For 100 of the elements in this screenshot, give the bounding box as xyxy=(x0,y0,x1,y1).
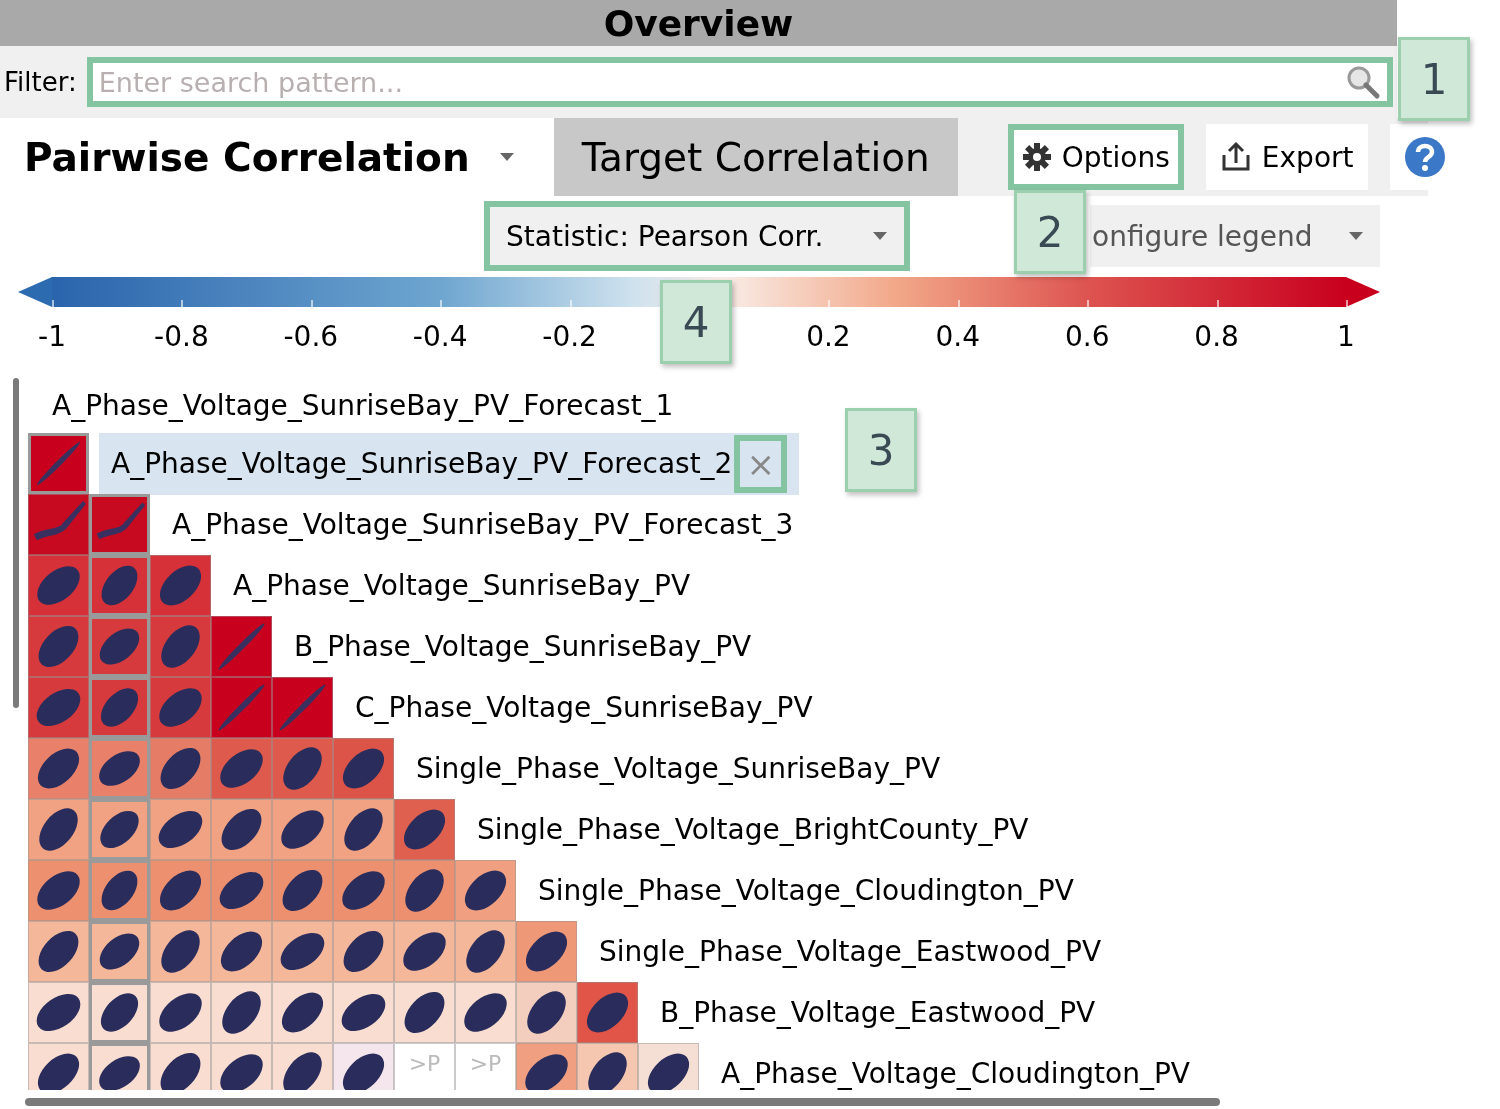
scatter-cell[interactable] xyxy=(333,921,394,982)
scatter-cell[interactable] xyxy=(28,799,89,860)
scatter-cell[interactable] xyxy=(333,738,394,799)
scatter-cell[interactable] xyxy=(89,921,150,982)
caret-icon xyxy=(1348,231,1364,241)
scatter-cell[interactable] xyxy=(211,921,272,982)
scatter-cell[interactable] xyxy=(638,1043,699,1090)
scatter-cell[interactable] xyxy=(150,860,211,921)
scatter-cell[interactable] xyxy=(516,1043,577,1090)
panel-title: Overview xyxy=(603,2,794,44)
search-field[interactable]: Enter search pattern... xyxy=(86,57,1393,107)
variable-label[interactable]: A_Phase_Voltage_Cloudington_PV xyxy=(709,1051,1202,1090)
filter-label: Filter: xyxy=(4,67,77,97)
scatter-cell[interactable] xyxy=(211,677,272,738)
scatter-cell[interactable] xyxy=(394,982,455,1043)
scatter-cell[interactable] xyxy=(577,1043,638,1090)
scatter-cell[interactable] xyxy=(272,738,333,799)
scatter-cell[interactable] xyxy=(272,921,333,982)
scatter-cell[interactable] xyxy=(272,860,333,921)
scatter-cell[interactable] xyxy=(394,799,455,860)
scatter-cell[interactable] xyxy=(455,860,516,921)
export-button[interactable]: Export xyxy=(1205,124,1368,190)
scatter-cell[interactable] xyxy=(516,921,577,982)
scatter-cell[interactable] xyxy=(272,1043,333,1090)
scatter-cell[interactable] xyxy=(333,1043,394,1090)
scatter-cell[interactable] xyxy=(272,677,333,738)
scatter-cell[interactable] xyxy=(272,799,333,860)
vertical-scrollbar[interactable] xyxy=(13,378,19,708)
scale-tick-label: -0.4 xyxy=(412,320,468,353)
search-input[interactable]: Enter search pattern... xyxy=(92,65,1345,99)
scatter-cell[interactable] xyxy=(28,982,89,1043)
scale-tick-label: -0.8 xyxy=(154,320,209,353)
scatter-cell[interactable] xyxy=(28,1043,89,1090)
variable-label[interactable]: C_Phase_Voltage_SunriseBay_PV xyxy=(343,685,825,730)
variable-label[interactable]: A_Phase_Voltage_SunriseBay_PV_Forecast_3 xyxy=(160,502,806,547)
scatter-cell[interactable] xyxy=(89,982,150,1043)
scale-tick-label: 1 xyxy=(1337,320,1355,353)
scatter-cell[interactable] xyxy=(211,860,272,921)
scatter-cell[interactable] xyxy=(211,616,272,677)
scatter-cell[interactable] xyxy=(28,738,89,799)
callout-number: 1 xyxy=(1398,37,1470,121)
right-arrow-icon xyxy=(1346,277,1380,307)
scatter-cell[interactable] xyxy=(455,982,516,1043)
scatter-cell[interactable] xyxy=(28,555,89,616)
scatter-cell[interactable] xyxy=(394,860,455,921)
scatter-cell[interactable] xyxy=(28,433,89,494)
scatter-cell[interactable] xyxy=(394,921,455,982)
scatter-cell[interactable] xyxy=(28,860,89,921)
options-button[interactable]: Options xyxy=(1007,124,1184,190)
variable-label[interactable]: B_Phase_Voltage_Eastwood_PV xyxy=(648,990,1108,1035)
scatter-cell[interactable] xyxy=(89,494,150,555)
scatter-cell[interactable] xyxy=(28,677,89,738)
scatter-cell[interactable] xyxy=(211,799,272,860)
scatter-cell[interactable] xyxy=(577,982,638,1043)
scatter-cell[interactable] xyxy=(89,1043,150,1090)
scale-tick-label: 0.8 xyxy=(1194,320,1239,353)
scatter-cell[interactable] xyxy=(211,1043,272,1090)
scatter-cell[interactable] xyxy=(211,738,272,799)
scale-tick-label: 0.2 xyxy=(806,320,851,353)
scatter-cell[interactable] xyxy=(150,1043,211,1090)
scatter-cell[interactable] xyxy=(28,616,89,677)
scatter-cell[interactable] xyxy=(150,921,211,982)
scatter-cell[interactable] xyxy=(150,677,211,738)
cell-text: >P xyxy=(469,1052,502,1077)
variable-label[interactable]: A_Phase_Voltage_SunriseBay_PV_Forecast_1 xyxy=(40,383,686,428)
variable-label[interactable]: Single_Phase_Voltage_SunriseBay_PV xyxy=(404,746,953,791)
scatter-cell[interactable] xyxy=(516,982,577,1043)
variable-label[interactable]: A_Phase_Voltage_SunriseBay_PV xyxy=(221,563,703,608)
scatter-cell[interactable] xyxy=(333,982,394,1043)
scatter-cell[interactable] xyxy=(333,860,394,921)
scatter-cell[interactable] xyxy=(150,738,211,799)
view-tab[interactable]: Target Correlation xyxy=(553,118,958,196)
scatter-cell[interactable] xyxy=(89,677,150,738)
scatter-cell[interactable] xyxy=(28,921,89,982)
scatter-cell[interactable] xyxy=(150,555,211,616)
statistic-dropdown[interactable]: Statistic: Pearson Corr. xyxy=(484,201,910,271)
variable-label[interactable]: Single_Phase_Voltage_Cloudington_PV xyxy=(526,868,1086,913)
left-arrow-icon xyxy=(18,277,52,307)
variable-label[interactable]: A_Phase_Voltage_SunriseBay_PV_Forecast_2 × xyxy=(99,432,799,495)
scatter-cell[interactable] xyxy=(272,982,333,1043)
variable-label[interactable]: Single_Phase_Voltage_Eastwood_PV xyxy=(587,929,1114,974)
scatter-cell[interactable] xyxy=(89,555,150,616)
scatter-cell[interactable] xyxy=(28,494,89,555)
scatter-cell[interactable] xyxy=(150,616,211,677)
scatter-cell[interactable] xyxy=(150,982,211,1043)
scatter-cell[interactable] xyxy=(89,616,150,677)
horizontal-scrollbar[interactable] xyxy=(25,1098,1220,1106)
scatter-cell[interactable] xyxy=(89,799,150,860)
scatter-cell[interactable] xyxy=(150,799,211,860)
legend-dropdown[interactable]: onfigure legend xyxy=(1090,205,1380,267)
scatter-cell[interactable] xyxy=(89,860,150,921)
scale-tick-label: 0.4 xyxy=(935,320,981,353)
scatter-cell[interactable] xyxy=(89,738,150,799)
variable-label[interactable]: B_Phase_Voltage_SunriseBay_PV xyxy=(282,624,764,669)
callout-number: 3 xyxy=(845,408,917,492)
variable-label[interactable]: Single_Phase_Voltage_BrightCounty_PV xyxy=(465,807,1041,852)
scatter-cell[interactable] xyxy=(455,921,516,982)
scatter-cell[interactable] xyxy=(211,982,272,1043)
scale-tick-label: -1 xyxy=(38,320,66,353)
scatter-cell[interactable] xyxy=(333,799,394,860)
